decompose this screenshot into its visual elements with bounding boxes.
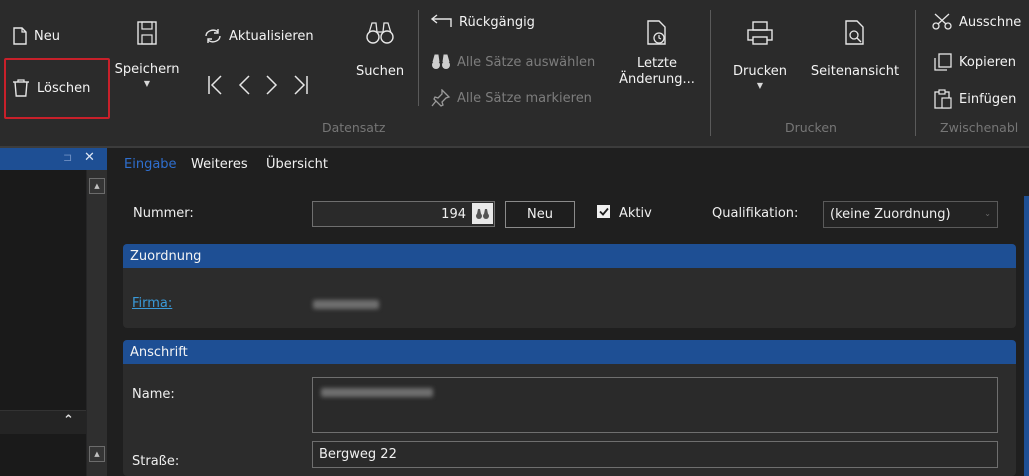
print-preview-button[interactable]: Seitenansicht	[806, 20, 904, 80]
firma-value-redacted	[313, 300, 379, 309]
refresh-button-label: Aktualisieren	[229, 28, 314, 44]
undo-button-label: Rückgängig	[459, 14, 535, 30]
cut-button[interactable]: Ausschne	[931, 13, 1021, 31]
first-record-icon[interactable]	[207, 74, 223, 96]
next-record-icon[interactable]	[265, 74, 279, 96]
nummer-field[interactable]: 194	[312, 201, 495, 227]
select-all-records-label: Alle Sätze auswählen	[457, 54, 596, 70]
last-record-icon[interactable]	[293, 74, 309, 96]
left-navigation-pane: ⊐ ✕ ▲ ▲ ⌃	[0, 148, 107, 476]
binoculars-icon	[476, 208, 489, 219]
floppy-disk-icon	[137, 21, 157, 45]
ribbon-toolbar: Neu Löschen Speichern ▼ Aktualisieren Su…	[0, 0, 1029, 146]
qualifikation-select[interactable]: (keine Zuordnung) ⌄	[823, 201, 998, 228]
new-button[interactable]: Neu	[12, 27, 60, 45]
save-dropdown-arrow-icon[interactable]: ▼	[144, 80, 150, 88]
tab-weiteres[interactable]: Weiteres	[191, 157, 248, 172]
save-button[interactable]: Speichern ▼	[114, 20, 180, 88]
form-tabs: Eingabe Weiteres Übersicht	[107, 148, 1029, 182]
scroll-up-icon[interactable]: ▲	[89, 178, 105, 194]
ribbon-separator	[710, 10, 711, 136]
qualifikation-value: (keine Zuordnung)	[830, 207, 951, 222]
search-button-label: Suchen	[355, 64, 405, 79]
name-value-redacted	[321, 388, 433, 397]
print-button[interactable]: Drucken ▼	[728, 20, 792, 90]
mark-all-records-label: Alle Sätze markieren	[457, 90, 592, 106]
tab-eingabe[interactable]: Eingabe	[124, 157, 177, 172]
checkmark-icon	[598, 207, 609, 216]
nummer-label: Nummer:	[133, 206, 194, 221]
left-pane-header: ⊐ ✕	[0, 148, 107, 170]
undo-button[interactable]: Rückgängig	[429, 13, 535, 31]
left-pane-collapse-bar[interactable]: ⌃	[0, 410, 86, 434]
paste-button[interactable]: Einfügen	[933, 89, 1016, 109]
binoculars-icon	[366, 22, 394, 44]
nummer-value: 194	[441, 206, 466, 222]
last-change-label-1: Letzte	[636, 56, 678, 71]
new-button-label: Neu	[34, 28, 60, 44]
previous-record-icon[interactable]	[237, 74, 251, 96]
pin-icon	[431, 89, 451, 107]
group-label-clipboard: Zwischenabl	[940, 120, 1019, 135]
neu-button[interactable]: Neu	[505, 201, 575, 228]
copy-button[interactable]: Kopieren	[933, 53, 1016, 71]
printer-icon	[747, 21, 773, 45]
copy-button-label: Kopieren	[959, 54, 1016, 70]
pin-icon[interactable]: ⊐	[63, 151, 72, 164]
document-magnifier-icon	[845, 20, 864, 45]
ribbon-separator	[915, 10, 916, 136]
mark-all-records-button[interactable]: Alle Sätze markieren	[431, 89, 592, 107]
document-clock-icon	[647, 20, 666, 45]
scissors-icon	[932, 13, 952, 30]
group-label-record: Datensatz	[322, 120, 386, 135]
group-label-print: Drucken	[785, 120, 837, 135]
close-pane-icon[interactable]: ✕	[84, 150, 95, 165]
main-form-area: Eingabe Weiteres Übersicht Nummer: 194 N…	[107, 148, 1029, 476]
zuordnung-header: Zuordnung	[123, 244, 1016, 268]
name-label: Name:	[132, 387, 175, 402]
binoculars-small-icon	[432, 54, 450, 69]
ribbon-separator	[418, 10, 419, 106]
tab-uebersicht[interactable]: Übersicht	[266, 157, 328, 172]
name-field[interactable]	[312, 377, 998, 433]
last-change-button[interactable]: Letzte Änderung...	[616, 20, 698, 88]
delete-highlight-frame	[4, 58, 110, 119]
new-document-icon	[13, 27, 27, 45]
record-navigation	[207, 74, 309, 96]
right-edge-panel	[1024, 196, 1029, 476]
undo-icon	[430, 14, 452, 27]
scroll-down-icon[interactable]: ▲	[89, 446, 105, 462]
zuordnung-section: Zuordnung Firma:	[123, 244, 1016, 328]
qualifikation-label: Qualifikation:	[712, 206, 799, 221]
clipboard-icon	[934, 89, 952, 109]
anschrift-header: Anschrift	[123, 340, 1016, 364]
strasse-value: Bergweg 22	[319, 447, 397, 462]
anschrift-section: Anschrift Name: Straße: Bergweg 22	[123, 340, 1016, 476]
aktiv-label: Aktiv	[619, 206, 652, 221]
strasse-field[interactable]: Bergweg 22	[312, 441, 998, 468]
dropdown-chevron-icon: ⌄	[984, 209, 991, 218]
search-button[interactable]: Suchen	[352, 20, 408, 80]
refresh-button[interactable]: Aktualisieren	[203, 27, 314, 45]
nummer-search-button[interactable]	[472, 203, 493, 224]
aktiv-checkbox[interactable]	[597, 205, 610, 218]
refresh-icon	[205, 29, 221, 43]
left-pane-scrollbar[interactable]: ▲ ▲	[87, 170, 107, 476]
save-button-label: Speichern	[114, 62, 180, 77]
print-button-label: Drucken	[732, 64, 788, 79]
paste-button-label: Einfügen	[959, 91, 1017, 107]
collapse-chevron-icon[interactable]: ⌃	[63, 413, 74, 428]
print-preview-label: Seitenansicht	[810, 64, 900, 79]
strasse-label: Straße:	[132, 454, 180, 469]
last-change-label-2: Änderung...	[619, 72, 695, 87]
cut-button-label: Ausschne	[959, 14, 1022, 30]
firma-link[interactable]: Firma:	[132, 296, 172, 311]
select-all-records-button[interactable]: Alle Sätze auswählen	[431, 53, 595, 71]
copy-icon	[934, 53, 952, 71]
print-dropdown-arrow-icon[interactable]: ▼	[757, 82, 763, 90]
